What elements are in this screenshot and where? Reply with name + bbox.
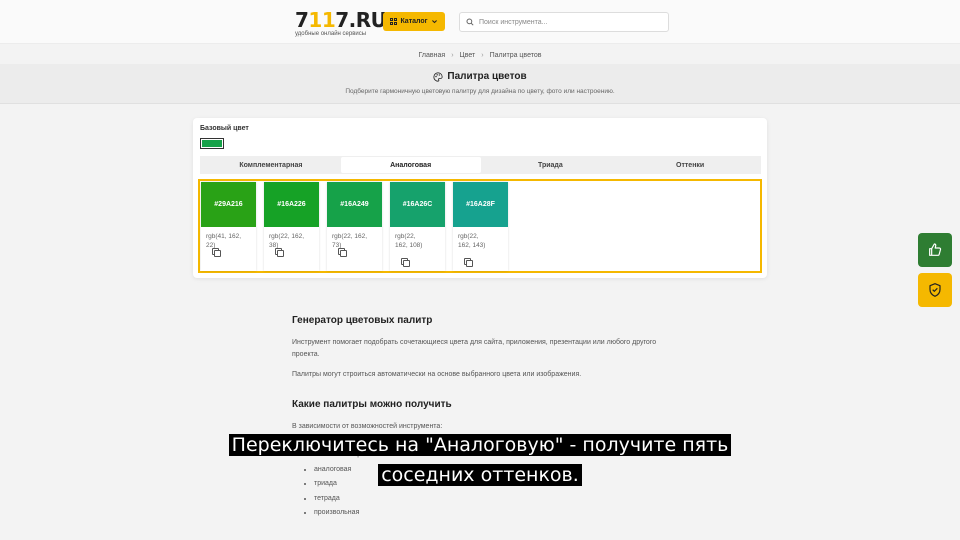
palette-icon (433, 71, 443, 82)
title-band: Палитра цветов Подберите гармоничную цве… (0, 64, 960, 104)
thumbs-up-icon (929, 243, 942, 256)
color-card[interactable]: #16A26C rgb(22, 162, 108) (390, 182, 445, 271)
article-heading: Генератор цветовых палитр (292, 315, 433, 326)
color-swatch[interactable]: #16A26C (390, 182, 445, 227)
color-rgb: rgb(22, 162, 73) (332, 233, 368, 249)
palette-result: #29A216 rgb(41, 162, 22) #16A226 rgb(22,… (198, 179, 762, 273)
article-heading: Какие палитры можно получить (292, 399, 452, 410)
list-item: тетрада (314, 495, 373, 510)
color-card[interactable]: #16A28F rgb(22, 162, 143) (453, 182, 508, 271)
grid-icon (390, 18, 398, 25)
chevron-down-icon (431, 20, 437, 24)
catalog-button[interactable]: Каталог (383, 12, 445, 31)
breadcrumb-separator: › (481, 52, 484, 59)
page-subtitle: Подберите гармоничную цветовую палитру д… (345, 88, 615, 95)
color-card[interactable]: #16A226 rgb(22, 162, 38) (264, 182, 319, 271)
security-button[interactable] (918, 273, 952, 307)
color-swatch[interactable]: #16A226 (264, 182, 319, 227)
subtitle-line-2: соседних оттенков. (378, 464, 582, 486)
copy-icon[interactable] (401, 258, 410, 267)
subtitle-line-1: Переключитесь на "Аналоговую" - получите… (228, 434, 732, 456)
color-rgb: rgb(41, 162, 22) (206, 233, 242, 249)
color-swatch[interactable]: #16A249 (327, 182, 382, 227)
color-rgb: rgb(22, 162, 108) (395, 233, 423, 249)
shield-check-icon (929, 283, 941, 297)
color-rgb: rgb(22, 162, 143) (458, 233, 486, 249)
page-title-text: Палитра цветов (447, 71, 527, 82)
page-title: Палитра цветов (0, 71, 960, 82)
base-color-picker[interactable] (200, 138, 224, 149)
scheme-tabs: Комплементарная Аналоговая Триада Оттенк… (200, 156, 761, 174)
list-item: произвольная (314, 509, 373, 524)
copy-icon[interactable] (212, 248, 221, 257)
breadcrumb-current: Палитра цветов (489, 52, 542, 59)
logo-wordmark: 7117.RU (295, 8, 387, 32)
catalog-label: Каталог (400, 18, 428, 25)
base-color-label: Базовый цвет (200, 125, 249, 132)
tab-shades[interactable]: Оттенки (620, 157, 760, 173)
copy-icon[interactable] (464, 258, 473, 267)
article-paragraph: Палитры могут строиться автоматически на… (292, 371, 582, 378)
color-rgb: rgb(22, 162, 38) (269, 233, 305, 249)
search-icon (466, 18, 474, 26)
copy-icon[interactable] (275, 248, 284, 257)
tab-analogous[interactable]: Аналоговая (340, 157, 481, 173)
search-box[interactable] (459, 12, 669, 32)
like-button[interactable] (918, 233, 952, 267)
color-card[interactable]: #16A249 rgb(22, 162, 73) (327, 182, 382, 271)
copy-icon[interactable] (338, 248, 347, 257)
breadcrumb-color[interactable]: Цвет (460, 52, 476, 59)
base-color-fill (202, 140, 222, 147)
color-card[interactable]: #29A216 rgb(41, 162, 22) (201, 182, 256, 271)
tab-complementary[interactable]: Комплементарная (201, 157, 341, 173)
tab-triad[interactable]: Триада (481, 157, 621, 173)
color-swatch[interactable]: #16A28F (453, 182, 508, 227)
article-paragraph: Инструмент помогает подобрать сочетающие… (292, 339, 657, 358)
site-logo[interactable]: 7117.RU удобные онлайн сервисы (295, 8, 387, 37)
breadcrumb-home[interactable]: Главная (419, 52, 446, 59)
palette-tool: Базовый цвет Комплементарная Аналоговая … (193, 118, 767, 278)
video-subtitles: Переключитесь на "Аналоговую" - получите… (0, 430, 960, 490)
search-input[interactable] (479, 18, 659, 26)
breadcrumb: Главная › Цвет › Палитра цветов (0, 52, 960, 59)
site-header: 7117.RU удобные онлайн сервисы Каталог (0, 0, 960, 44)
color-swatch[interactable]: #29A216 (201, 182, 256, 227)
breadcrumb-separator: › (451, 52, 454, 59)
